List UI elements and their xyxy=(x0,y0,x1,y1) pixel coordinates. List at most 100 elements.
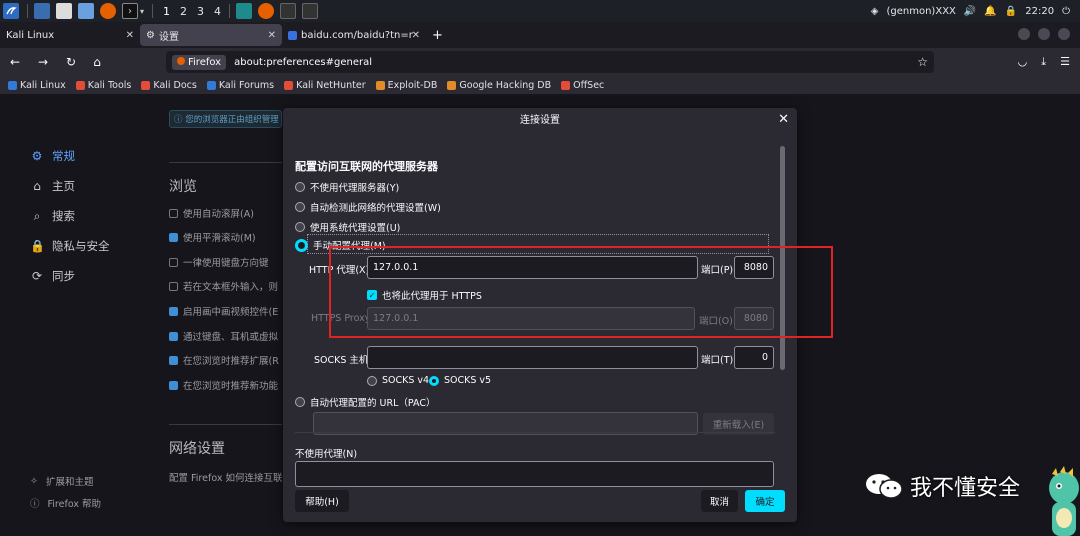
sidebar-item-home[interactable]: ⌂ 主页 xyxy=(30,178,75,194)
browse-option[interactable]: 启用画中画视频控件(E xyxy=(169,304,282,318)
sidebar-item-sync[interactable]: ⟳ 同步 xyxy=(30,268,75,284)
sidebar-item-extensions[interactable]: ✧ 扩展和主题 xyxy=(30,474,93,489)
bookmark-kali-forums[interactable]: Kali Forums xyxy=(206,80,274,91)
tab-settings[interactable]: ⚙ 设置 ✕ xyxy=(140,24,282,46)
desktop-icon[interactable] xyxy=(34,3,50,19)
browse-option[interactable]: 在您浏览时推荐扩展(R xyxy=(169,353,282,367)
bookmark-exploit-db[interactable]: Exploit-DB xyxy=(375,80,437,91)
url-bar[interactable]: Firefox about:preferences#general ☆ xyxy=(166,51,934,73)
browse-option[interactable]: 使用平滑滚动(M) xyxy=(169,230,282,244)
checkbox[interactable] xyxy=(169,208,178,218)
checkbox[interactable] xyxy=(169,306,178,316)
bookmark-offsec[interactable]: OffSec xyxy=(561,80,604,91)
radio-system-proxy[interactable]: 使用系统代理设置(U) xyxy=(295,220,400,234)
minimize-button[interactable] xyxy=(1038,28,1050,40)
policy-notice-text: 您的浏览器正由组织管理 xyxy=(185,115,279,125)
browse-option[interactable]: 使用自动滚屏(A) xyxy=(169,206,282,220)
dropdown-arrow-icon[interactable]: ▾ xyxy=(140,7,144,16)
text-editor-icon[interactable] xyxy=(78,3,94,19)
offsec-icon xyxy=(561,80,571,90)
forward-arrow-icon[interactable]: → xyxy=(32,55,54,69)
checkbox[interactable] xyxy=(169,232,178,242)
workspace-3[interactable]: 3 xyxy=(197,5,204,18)
browse-option[interactable]: 在您浏览时推荐新功能 xyxy=(169,378,282,392)
workspace-4[interactable]: 4 xyxy=(214,5,221,18)
socks-host-input[interactable] xyxy=(367,346,698,369)
bookmark-kali-tools[interactable]: Kali Tools xyxy=(75,80,131,91)
checkbox[interactable] xyxy=(169,355,178,365)
clock[interactable]: 22:20 xyxy=(1025,6,1054,17)
identity-badge[interactable]: Firefox xyxy=(172,54,227,70)
tab-baidu[interactable]: baidu.com/baidu?tn=mon ✕ xyxy=(282,24,426,46)
sidebar-item-search[interactable]: ⌕ 搜索 xyxy=(30,208,75,224)
radio-auto-detect[interactable]: 自动检测此网络的代理设置(W) xyxy=(295,200,441,214)
radio-indicator[interactable] xyxy=(429,375,439,386)
close-icon[interactable]: ✕ xyxy=(268,30,276,41)
pocket-icon[interactable]: ◡ xyxy=(1018,55,1028,69)
radio-indicator[interactable] xyxy=(295,202,305,212)
list-all-tabs-icon[interactable] xyxy=(1018,28,1030,40)
radio-pac-url[interactable]: 自动代理配置的 URL（PAC） xyxy=(295,395,435,409)
no-proxy-textarea[interactable] xyxy=(295,461,774,487)
volume-icon[interactable]: 🔊 xyxy=(964,6,976,17)
checkbox[interactable] xyxy=(169,380,178,390)
checkbox[interactable] xyxy=(169,281,178,291)
bookmark-kali-nethunter[interactable]: Kali NetHunter xyxy=(284,80,366,91)
reload-icon[interactable]: ↻ xyxy=(60,55,82,69)
user-label[interactable]: (genmon)XXX xyxy=(887,6,956,17)
maximize-button[interactable] xyxy=(1058,28,1070,40)
firefox-window-icon[interactable] xyxy=(258,3,275,19)
close-icon[interactable]: ✕ xyxy=(126,30,134,41)
kali-docs-icon xyxy=(141,80,151,90)
close-icon[interactable]: ✕ xyxy=(778,112,789,127)
checkbox[interactable] xyxy=(169,257,178,267)
menu-icon[interactable]: ☰ xyxy=(1060,55,1070,69)
radio-socks-v5[interactable]: SOCKS v5 xyxy=(429,375,491,386)
notification-bell-icon[interactable]: 🔔 xyxy=(984,6,996,17)
kali-menu-icon[interactable] xyxy=(3,3,19,19)
browse-option[interactable]: 通过键盘、耳机或虚拟 xyxy=(169,329,282,343)
sidebar-item-help[interactable]: ⓘ Firefox 帮助 xyxy=(30,496,101,510)
sidebar-item-privacy[interactable]: 🔒 隐私与安全 xyxy=(30,238,110,254)
bookmark-star-icon[interactable]: ☆ xyxy=(917,55,928,69)
tab-kali-linux[interactable]: Kali Linux ✕ xyxy=(0,24,140,46)
browse-option[interactable]: 一律使用键盘方向键 xyxy=(169,255,282,269)
radio-indicator[interactable] xyxy=(367,375,377,386)
url-text[interactable]: about:preferences#general xyxy=(234,57,372,68)
navigation-toolbar: ← → ↻ ⌂ Firefox about:preferences#genera… xyxy=(0,48,1080,76)
bookmark-kali-linux[interactable]: Kali Linux xyxy=(8,80,66,91)
radio-indicator[interactable] xyxy=(295,182,305,192)
ok-button[interactable]: 确定 xyxy=(745,490,785,512)
radio-no-proxy[interactable]: 不使用代理服务器(Y) xyxy=(295,180,399,194)
checkbox[interactable] xyxy=(169,331,178,341)
workspace-1[interactable]: 1 xyxy=(163,5,170,18)
policy-notice[interactable]: ⓘ 您的浏览器正由组织管理 xyxy=(169,110,282,128)
window-icon[interactable] xyxy=(302,3,319,19)
network-icon[interactable]: ◈ xyxy=(871,6,879,17)
bookmark-google-hacking-db[interactable]: Google Hacking DB xyxy=(447,80,551,91)
bookmark-label: Kali Linux xyxy=(20,79,66,91)
radio-indicator[interactable] xyxy=(295,397,305,407)
bookmark-kali-docs[interactable]: Kali Docs xyxy=(141,80,197,91)
workspace-2[interactable]: 2 xyxy=(180,5,187,18)
terminal-icon[interactable]: › xyxy=(122,3,138,19)
radio-indicator[interactable] xyxy=(295,222,305,232)
download-icon[interactable]: ⤓ xyxy=(1041,55,1046,69)
file-manager-icon[interactable] xyxy=(56,3,72,19)
browse-option[interactable]: 若在文本框外输入，则 xyxy=(169,279,282,293)
tab-label: 设置 xyxy=(158,31,179,43)
close-icon[interactable]: ✕ xyxy=(412,30,420,41)
terminal-window-icon[interactable] xyxy=(280,3,297,19)
sidebar-item-general[interactable]: ⚙ 常规 xyxy=(30,148,75,164)
new-tab-plus-icon[interactable]: + xyxy=(432,28,443,43)
socks-port-input[interactable]: 0 xyxy=(734,346,774,369)
app-window-icon[interactable] xyxy=(236,3,253,19)
firefox-icon[interactable] xyxy=(100,3,116,19)
help-button[interactable]: 帮助(H) xyxy=(295,490,349,512)
back-arrow-icon[interactable]: ← xyxy=(4,55,26,69)
cancel-button[interactable]: 取消 xyxy=(701,490,738,512)
home-icon[interactable]: ⌂ xyxy=(86,55,108,69)
radio-socks-v4[interactable]: SOCKS v4 xyxy=(367,375,429,386)
power-icon[interactable]: ⏻ xyxy=(1062,6,1070,17)
lock-icon[interactable]: 🔒 xyxy=(1005,6,1017,17)
